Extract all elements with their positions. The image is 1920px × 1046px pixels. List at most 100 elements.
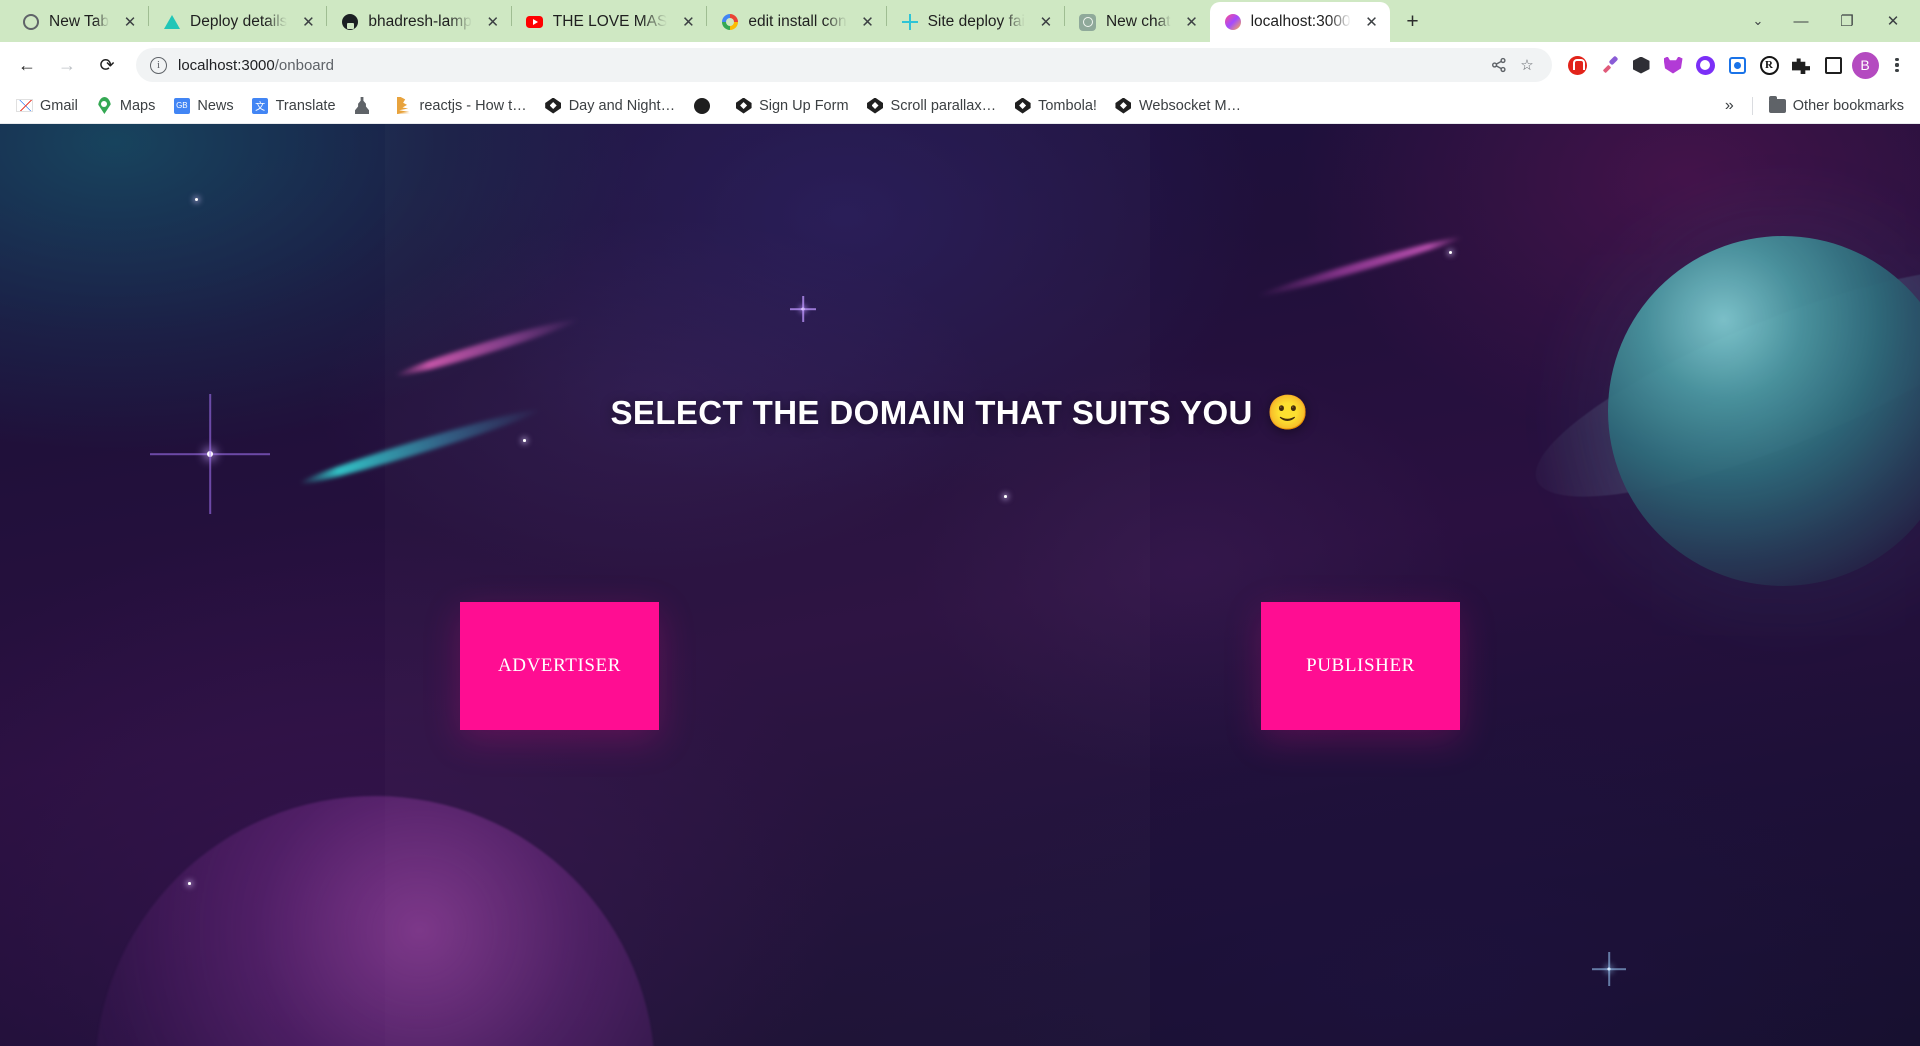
window-minimize-button[interactable]: — xyxy=(1778,0,1824,42)
news-icon xyxy=(173,97,190,114)
bookmark-label: Maps xyxy=(119,97,156,114)
maps-icon xyxy=(96,97,113,114)
tab-close-button[interactable]: ✕ xyxy=(296,10,320,34)
tab-title: THE LOVE MAS xyxy=(552,13,668,30)
advertiser-button[interactable]: ADVERTISER xyxy=(460,602,659,730)
tab-title: Deploy details xyxy=(190,13,288,30)
bookmark-label: News xyxy=(197,97,234,114)
window-close-button[interactable]: ✕ xyxy=(1870,0,1916,42)
ghost-icon[interactable] xyxy=(1690,50,1720,80)
tab-close-button[interactable]: ✕ xyxy=(481,10,505,34)
bookmark-websocket-m[interactable]: Websocket M… xyxy=(1107,92,1249,119)
back-button[interactable]: ← xyxy=(8,46,46,84)
globe-icon xyxy=(693,97,710,114)
openai-icon xyxy=(1079,13,1097,31)
publisher-button[interactable]: PUBLISHER xyxy=(1261,602,1460,730)
gem-icon xyxy=(1014,97,1031,114)
url-path: /onboard xyxy=(274,56,334,74)
youtube-icon xyxy=(526,13,544,31)
tab-bhadresh-lamp[interactable]: bhadresh-lamp ✕ xyxy=(327,2,510,42)
tab-edit-install-con[interactable]: edit install con ✕ xyxy=(707,2,885,42)
chrome-menu-button[interactable] xyxy=(1882,50,1912,80)
url-text: localhost:3000/onboard xyxy=(178,57,334,74)
avatar[interactable]: B xyxy=(1850,50,1880,80)
tab-title: New Tab xyxy=(49,13,110,30)
github-icon xyxy=(341,13,359,31)
bookmark-day-and-night[interactable]: Day and Night… xyxy=(537,92,683,119)
tab-new-chat[interactable]: New chat ✕ xyxy=(1065,2,1210,42)
bookmarks-bar: Gmail Maps News 文 Translate reactjs - Ho… xyxy=(0,88,1920,124)
folder-icon xyxy=(1768,95,1786,114)
browser-window: New Tab ✕ Deploy details ✕ bhadresh-lamp… xyxy=(0,0,1920,1046)
tab-deploy-details[interactable]: Deploy details ✕ xyxy=(149,2,326,42)
bookmark-sign-up-form[interactable]: Sign Up Form xyxy=(727,92,856,119)
tab-site-deploy-fail[interactable]: Site deploy fai ✕ xyxy=(887,2,1064,42)
gmail-icon xyxy=(16,97,33,114)
tab-search-chevron-down-icon[interactable]: ⌄ xyxy=(1738,0,1778,42)
blue-square-icon[interactable] xyxy=(1722,50,1752,80)
url-host: localhost:3000 xyxy=(178,56,275,74)
bookmark-scroll-parallax[interactable]: Scroll parallax… xyxy=(859,92,1005,119)
package-icon[interactable] xyxy=(1626,50,1656,80)
chrome-icon xyxy=(22,13,40,31)
bookmarks-overflow-button[interactable]: » xyxy=(1715,93,1744,119)
tab-new-tab[interactable]: New Tab ✕ xyxy=(8,2,148,42)
bookmark-translate[interactable]: 文 Translate xyxy=(244,92,344,119)
browser-toolbar: ← → ⟳ i localhost:3000/onboard ☆ R B xyxy=(0,42,1920,88)
tab-close-button[interactable]: ✕ xyxy=(1180,10,1204,34)
bookmark-reactjs[interactable]: reactjs - How t… xyxy=(388,92,535,119)
tab-close-button[interactable]: ✕ xyxy=(856,10,880,34)
tab-localhost-3000[interactable]: localhost:3000 ✕ xyxy=(1209,2,1390,42)
side-panel-icon[interactable] xyxy=(1818,50,1848,80)
window-maximize-button[interactable]: ❐ xyxy=(1824,0,1870,42)
site-info-icon[interactable]: i xyxy=(150,56,167,74)
fox-icon[interactable] xyxy=(1658,50,1688,80)
bookmark-label: Websocket M… xyxy=(1138,97,1242,114)
bookmarks-divider xyxy=(1751,96,1753,115)
eyedropper-icon[interactable] xyxy=(1594,50,1624,80)
page-title: SELECT THE DOMAIN THAT SUITS YOU 🙂 xyxy=(611,394,1310,432)
bookmark-globe[interactable] xyxy=(685,92,725,119)
tab-close-button[interactable]: ✕ xyxy=(1034,10,1058,34)
gem-icon xyxy=(545,97,562,114)
tab-strip-right-controls: ⌄ — ❐ ✕ xyxy=(1738,0,1920,42)
bookmark-label: Tombola! xyxy=(1038,97,1097,114)
bookmark-gmail[interactable]: Gmail xyxy=(8,92,86,119)
java-icon xyxy=(396,97,413,114)
tab-strip: New Tab ✕ Deploy details ✕ bhadresh-lamp… xyxy=(0,0,1920,42)
tab-close-button[interactable]: ✕ xyxy=(676,10,700,34)
tab-close-button[interactable]: ✕ xyxy=(1360,10,1384,34)
bookmark-label: Sign Up Form xyxy=(759,97,849,114)
bookmark-label: reactjs - How t… xyxy=(419,97,527,114)
page-content: SELECT THE DOMAIN THAT SUITS YOU 🙂 ADVER… xyxy=(0,124,1920,1046)
tab-close-button[interactable]: ✕ xyxy=(118,10,142,34)
r-circle-icon[interactable]: R xyxy=(1754,50,1784,80)
spark-icon xyxy=(901,13,919,31)
tab-the-love-mas[interactable]: THE LOVE MAS ✕ xyxy=(512,2,707,42)
reload-button[interactable]: ⟳ xyxy=(88,46,126,84)
tab-title: edit install con xyxy=(748,13,847,30)
bookmark-tombola[interactable]: Tombola! xyxy=(1006,92,1105,119)
tab-title: Site deploy fai xyxy=(927,13,1025,30)
adblock-icon[interactable] xyxy=(1562,50,1592,80)
forward-button[interactable]: → xyxy=(48,46,86,84)
omnibox-actions: ☆ xyxy=(1486,52,1540,78)
domain-choices: ADVERTISER PUBLISHER xyxy=(460,602,1460,730)
bookmark-news[interactable]: News xyxy=(165,92,241,119)
new-tab-button[interactable]: + xyxy=(1398,7,1428,37)
bookmark-statue[interactable] xyxy=(346,92,386,119)
gem-icon xyxy=(1115,97,1132,114)
share-icon[interactable] xyxy=(1486,52,1512,78)
bookmark-maps[interactable]: Maps xyxy=(88,92,163,119)
avatar-initial: B xyxy=(1851,51,1879,79)
bookmark-label: Translate xyxy=(275,97,336,114)
other-bookmarks-folder[interactable]: Other bookmarks xyxy=(1761,92,1912,119)
google-icon xyxy=(721,13,739,31)
extensions-puzzle-icon[interactable] xyxy=(1786,50,1816,80)
bookmark-star-icon[interactable]: ☆ xyxy=(1514,52,1540,78)
app-icon xyxy=(1224,13,1242,31)
tab-title: New chat xyxy=(1105,13,1171,30)
other-bookmarks-label: Other bookmarks xyxy=(1792,97,1904,114)
bookmark-label: Gmail xyxy=(40,97,78,114)
address-bar[interactable]: i localhost:3000/onboard ☆ xyxy=(136,48,1552,82)
